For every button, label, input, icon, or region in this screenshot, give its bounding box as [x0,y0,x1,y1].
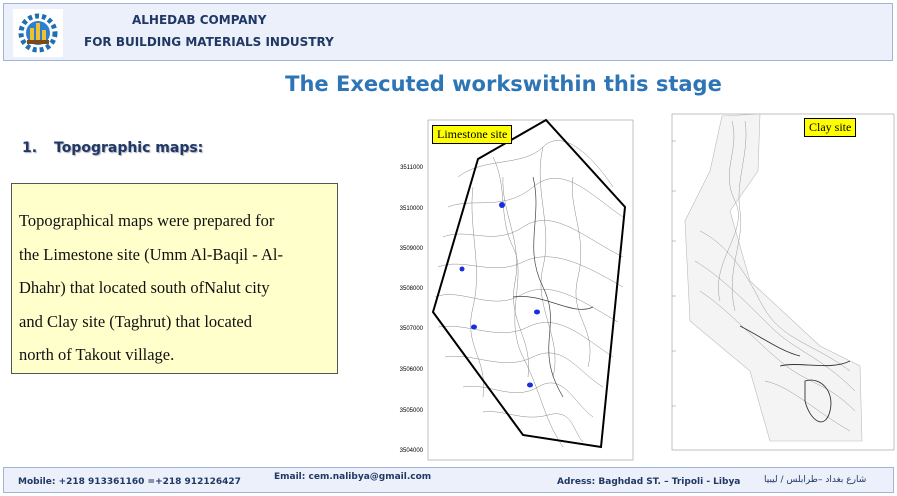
company-subtitle: FOR BUILDING MATERIALS INDUSTRY [84,35,334,49]
company-logo [13,9,63,57]
footer-email: Email: cem.nalibya@gmail.com [274,472,432,482]
header-bar: ALHEDAB COMPANY FOR BUILDING MATERIALS I… [3,3,893,61]
description-line: north of Takout village. [19,345,175,364]
description-line: Topographical maps were prepared for [19,211,275,230]
company-name: ALHEDAB COMPANY [132,13,267,27]
footer-address: Adress: Baghdad ST. – Tripoli - Libya [557,477,741,487]
gear-factory-logo-icon [18,13,58,53]
y-tick-label: 3508000 [400,286,424,292]
y-tick-label: 3511000 [400,165,424,171]
y-tick-label: 3504000 [400,448,424,454]
description-line: the Limestone site (Umm Al-Baqil - Al- [19,244,283,264]
section-heading: 1. Topographic maps: [22,140,203,156]
description-line: and Clay site (Taghrut) that located [19,311,252,331]
page-title: The Executed workswithin this stage [285,72,722,96]
footer-mobile: Mobile: +218 913361160 =+218 912126427 [18,477,241,487]
clay-topographic-map: ​ [671,113,895,451]
section-label: Topographic maps: [54,140,204,156]
footer-address-arabic: شارع بغداد –طرابلس / ليبيا [764,475,867,485]
footer-bar: Mobile: +218 913361160 =+218 912126427 E… [3,467,894,493]
limestone-topographic-map: 3511000 3510000 3509000 3508000 3507000 … [400,118,634,461]
y-tick-label: 3507000 [400,326,424,332]
y-tick-label: 3505000 [400,408,424,414]
description-line: Dhahr) that located south ofNalut city [19,278,270,297]
description-box: Topographical maps were prepared for the… [11,183,338,374]
y-tick-label: 3509000 [400,246,424,252]
section-number: 1. [22,140,38,156]
y-tick-label: 3506000 [400,367,424,373]
clay-site-label: Clay site [804,118,857,137]
limestone-site-label: Limestone site [432,125,513,144]
y-tick-label: 3510000 [400,206,424,212]
